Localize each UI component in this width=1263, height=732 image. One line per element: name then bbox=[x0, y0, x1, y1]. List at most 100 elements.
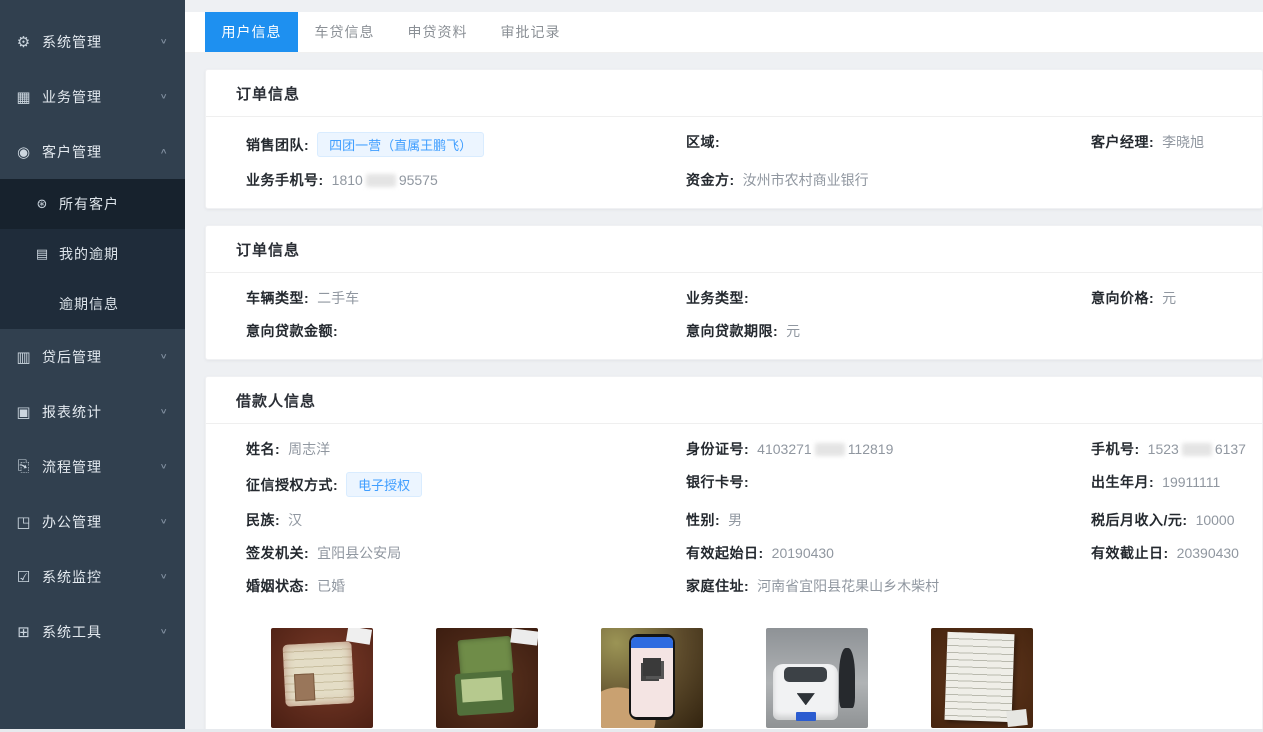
field-label: 有效截止日: bbox=[1091, 545, 1169, 561]
field: 家庭住址:河南省宜阳县花果山乡木柴村 bbox=[686, 576, 1091, 596]
field-value: 李晓旭 bbox=[1162, 134, 1204, 150]
field-value: 河南省宜阳县花果山乡木柴村 bbox=[757, 578, 939, 594]
chevron-down-icon: ∨ bbox=[159, 517, 167, 525]
field-label: 业务类型: bbox=[686, 290, 749, 306]
sidebar-subitem-my-overdue[interactable]: ▤ 我的逾期 bbox=[0, 229, 185, 279]
field-label: 资金方: bbox=[686, 172, 735, 188]
masked-suffix: 6137 bbox=[1215, 441, 1246, 457]
sidebar-item-label: 系统管理 bbox=[42, 32, 160, 52]
sidebar-item-label: 系统工具 bbox=[42, 622, 160, 642]
field-label: 出生年月: bbox=[1091, 474, 1154, 490]
masked-prefix: 4103271 bbox=[757, 441, 812, 457]
chevron-down-icon: ∨ bbox=[159, 572, 167, 580]
tab-approval-records[interactable]: 审批记录 bbox=[484, 12, 577, 52]
field-value: 二手车 bbox=[317, 290, 359, 306]
sidebar-item-system-mgmt[interactable]: ⚙系统管理∨ bbox=[0, 14, 185, 69]
field-label: 婚姻状态: bbox=[246, 578, 309, 594]
sidebar-item-system-monitor[interactable]: ☑系统监控∨ bbox=[0, 549, 185, 604]
person-with-car-photo[interactable] bbox=[766, 628, 868, 728]
top-gap bbox=[185, 0, 1263, 12]
field-label: 手机号: bbox=[1091, 441, 1140, 457]
field: 有效截止日:20390430 bbox=[1091, 543, 1254, 563]
chevron-down-icon: ∨ bbox=[159, 352, 167, 360]
masked-suffix: 112819 bbox=[848, 441, 894, 457]
sidebar-subitem-all-customers[interactable]: ⊛所有客户 bbox=[0, 179, 185, 229]
field: 出生年月: 19911111 bbox=[1091, 472, 1254, 497]
sidebar-item-business-mgmt[interactable]: ▦业务管理∨ bbox=[0, 69, 185, 124]
field-value: 已婚 bbox=[317, 578, 345, 594]
tab-loan-application-docs[interactable]: 申贷资料 bbox=[391, 12, 484, 52]
photo-row: 身份证驾驶证正页征信截图人车照其他材料 bbox=[206, 614, 1262, 732]
sidebar-item-label: 报表统计 bbox=[42, 402, 160, 422]
field: 意向贷款金额: bbox=[246, 321, 686, 341]
sidebar-item-post-loan-mgmt[interactable]: ▥贷后管理∨ bbox=[0, 329, 185, 384]
field-value: 元 bbox=[1162, 290, 1176, 306]
sidebar-item-report-stats[interactable]: ▣报表统计∨ bbox=[0, 384, 185, 439]
tab-user-info[interactable]: 用户信息 bbox=[205, 12, 298, 52]
field-label: 征信授权方式: bbox=[246, 477, 338, 493]
card-title: 订单信息 bbox=[206, 70, 1262, 117]
masked-value: 4103271 112819 bbox=[757, 441, 893, 457]
field: 征信授权方式: 电子授权 bbox=[246, 472, 686, 497]
field-value: 19911111 bbox=[1162, 474, 1220, 490]
field-label: 姓名: bbox=[246, 441, 280, 457]
square-in-square-icon: ◳ bbox=[14, 513, 33, 531]
chevron-down-icon: ∨ bbox=[159, 462, 167, 470]
sidebar-item-process-mgmt[interactable]: ⎘流程管理∨ bbox=[0, 439, 185, 494]
card-order-info-2: 订单信息车辆类型:二手车业务类型:意向价格:元意向贷款金额:意向贷款期限:元 bbox=[205, 225, 1263, 360]
chevron-down-icon: ∨ bbox=[159, 407, 167, 415]
field-label: 有效起始日: bbox=[686, 545, 764, 561]
masked-suffix: 95575 bbox=[399, 172, 438, 188]
sidebar-item-label: 客户管理 bbox=[42, 142, 160, 162]
field-value: 20190430 bbox=[772, 545, 834, 561]
field-label: 车辆类型: bbox=[246, 290, 309, 306]
field: 身份证号:4103271112819 bbox=[686, 439, 1091, 459]
masked-prefix: 1810 bbox=[332, 172, 363, 188]
field-value: 元 bbox=[786, 323, 800, 339]
credit-screenshot-photo[interactable] bbox=[601, 628, 703, 728]
field: 意向贷款期限: 元 bbox=[686, 321, 1091, 341]
field: 税后月收入/元:10000 bbox=[1091, 510, 1254, 530]
sidebar-subitem-overdue-info[interactable]: 逾期信息 bbox=[0, 279, 185, 329]
notebook-icon: ▤ bbox=[34, 246, 51, 262]
blur-redaction bbox=[815, 443, 845, 456]
masked-value: 1810 95575 bbox=[332, 172, 438, 188]
field-label: 区域: bbox=[686, 134, 720, 150]
tag-value[interactable]: 电子授权 bbox=[346, 472, 422, 497]
field-label: 意向价格: bbox=[1091, 290, 1154, 306]
field: 销售团队:四团一营（直属王鹏飞） bbox=[246, 132, 686, 157]
masked-value: 15236137 bbox=[1148, 441, 1246, 457]
detail-content: 订单信息销售团队:四团一营（直属王鹏飞）区域: 客户经理:李晓旭业务手机号: 181… bbox=[185, 53, 1263, 732]
tab-bar: 用户信息车贷信息申贷资料审批记录 bbox=[185, 12, 1263, 53]
field-grid: 姓名:周志洋身份证号:4103271112819手机号:15236137征信授权… bbox=[206, 424, 1262, 614]
sidebar-item-label: 流程管理 bbox=[42, 457, 160, 477]
field: 银行卡号: bbox=[686, 472, 1091, 497]
submenu-customer-mgmt: ⊛所有客户 ▤ 我的逾期逾期信息 bbox=[0, 179, 185, 329]
field-value: 汉 bbox=[288, 512, 302, 528]
sidebar-subitem-label: 我的逾期 bbox=[59, 244, 119, 264]
tag-value[interactable]: 四团一营（直属王鹏飞） bbox=[317, 132, 484, 157]
field: 客户经理:李晓旭 bbox=[1091, 132, 1254, 157]
field: 手机号: 15236137 bbox=[1091, 439, 1254, 459]
other-document-photo[interactable] bbox=[931, 628, 1033, 728]
sidebar-item-system-tools[interactable]: ⊞系统工具∨ bbox=[0, 604, 185, 659]
sidebar-item-label: 办公管理 bbox=[42, 512, 160, 532]
id-card-photo[interactable] bbox=[271, 628, 373, 728]
field: 民族:汉 bbox=[246, 510, 686, 530]
field-label: 意向贷款金额: bbox=[246, 323, 338, 339]
photo-item: 征信截图 bbox=[601, 628, 703, 732]
sidebar-item-customer-mgmt[interactable]: ◉客户管理∧ bbox=[0, 124, 185, 179]
field bbox=[1091, 321, 1254, 341]
field: 性别:男 bbox=[686, 510, 1091, 530]
app-window: ⚙系统管理∨▦业务管理∨◉客户管理∧⊛所有客户 ▤ 我的逾期逾期信息▥贷后管理∨▣报… bbox=[0, 0, 1263, 732]
tab-car-loan-info[interactable]: 车贷信息 bbox=[298, 12, 391, 52]
field-label: 意向贷款期限: bbox=[686, 323, 778, 339]
field: 资金方:汝州市农村商业银行 bbox=[686, 170, 1091, 190]
drivers-license-photo[interactable] bbox=[436, 628, 538, 728]
field-label: 性别: bbox=[686, 512, 720, 528]
sidebar-item-office-mgmt[interactable]: ◳ 办公管理∨ bbox=[0, 494, 185, 549]
field-grid: 销售团队:四团一营（直属王鹏飞）区域: 客户经理:李晓旭业务手机号: 1810 955… bbox=[206, 117, 1262, 208]
field: 签发机关:宜阳县公安局 bbox=[246, 543, 686, 563]
field-label: 业务手机号: bbox=[246, 172, 324, 188]
field-label: 签发机关: bbox=[246, 545, 309, 561]
